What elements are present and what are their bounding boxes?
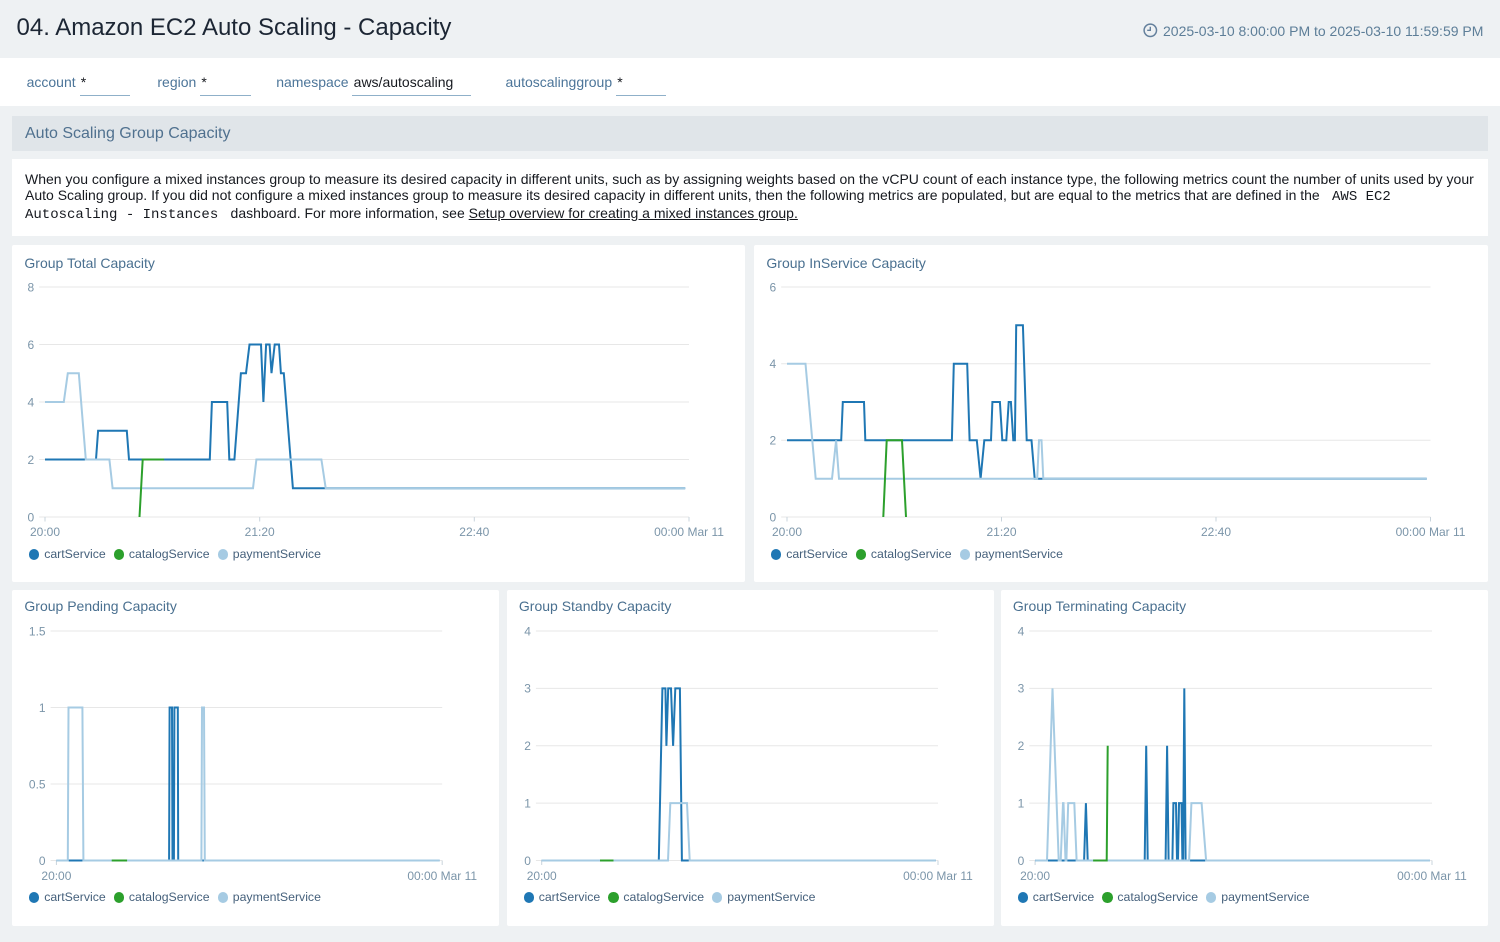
svg-text:2: 2 bbox=[524, 739, 531, 753]
svg-text:8: 8 bbox=[28, 281, 35, 295]
svg-text:6: 6 bbox=[770, 281, 777, 295]
svg-text:3: 3 bbox=[1017, 681, 1024, 695]
svg-text:4: 4 bbox=[770, 357, 777, 371]
svg-text:6: 6 bbox=[28, 338, 35, 352]
svg-text:1.5: 1.5 bbox=[29, 624, 46, 638]
svg-text:00:00 Mar 11: 00:00 Mar 11 bbox=[407, 868, 477, 882]
svg-text:4: 4 bbox=[524, 624, 531, 638]
svg-text:0: 0 bbox=[28, 511, 35, 525]
svg-text:1: 1 bbox=[1017, 796, 1024, 810]
svg-text:00:00 Mar 11: 00:00 Mar 11 bbox=[1397, 868, 1467, 882]
svg-text:4: 4 bbox=[28, 396, 35, 410]
svg-text:3: 3 bbox=[524, 681, 531, 695]
svg-text:2: 2 bbox=[1017, 739, 1024, 753]
svg-text:21:20: 21:20 bbox=[245, 525, 275, 539]
svg-text:2: 2 bbox=[28, 453, 35, 467]
svg-text:00:00 Mar 11: 00:00 Mar 11 bbox=[654, 525, 724, 539]
svg-text:0: 0 bbox=[524, 853, 531, 867]
svg-text:22:40: 22:40 bbox=[1201, 525, 1231, 539]
svg-text:0: 0 bbox=[1017, 853, 1024, 867]
svg-text:0: 0 bbox=[770, 511, 777, 525]
svg-text:2: 2 bbox=[770, 434, 777, 448]
svg-text:20:00: 20:00 bbox=[30, 525, 60, 539]
svg-text:1: 1 bbox=[524, 796, 531, 810]
svg-text:20:00: 20:00 bbox=[1020, 868, 1050, 882]
svg-text:00:00 Mar 11: 00:00 Mar 11 bbox=[903, 868, 973, 882]
svg-text:0: 0 bbox=[39, 853, 46, 867]
svg-text:0.5: 0.5 bbox=[29, 777, 46, 791]
svg-text:1: 1 bbox=[39, 700, 46, 714]
svg-text:00:00 Mar 11: 00:00 Mar 11 bbox=[1396, 525, 1466, 539]
svg-text:22:40: 22:40 bbox=[459, 525, 489, 539]
svg-text:20:00: 20:00 bbox=[772, 525, 802, 539]
svg-text:20:00: 20:00 bbox=[526, 868, 556, 882]
svg-text:4: 4 bbox=[1017, 624, 1024, 638]
svg-text:20:00: 20:00 bbox=[41, 868, 71, 882]
svg-text:21:20: 21:20 bbox=[986, 525, 1016, 539]
